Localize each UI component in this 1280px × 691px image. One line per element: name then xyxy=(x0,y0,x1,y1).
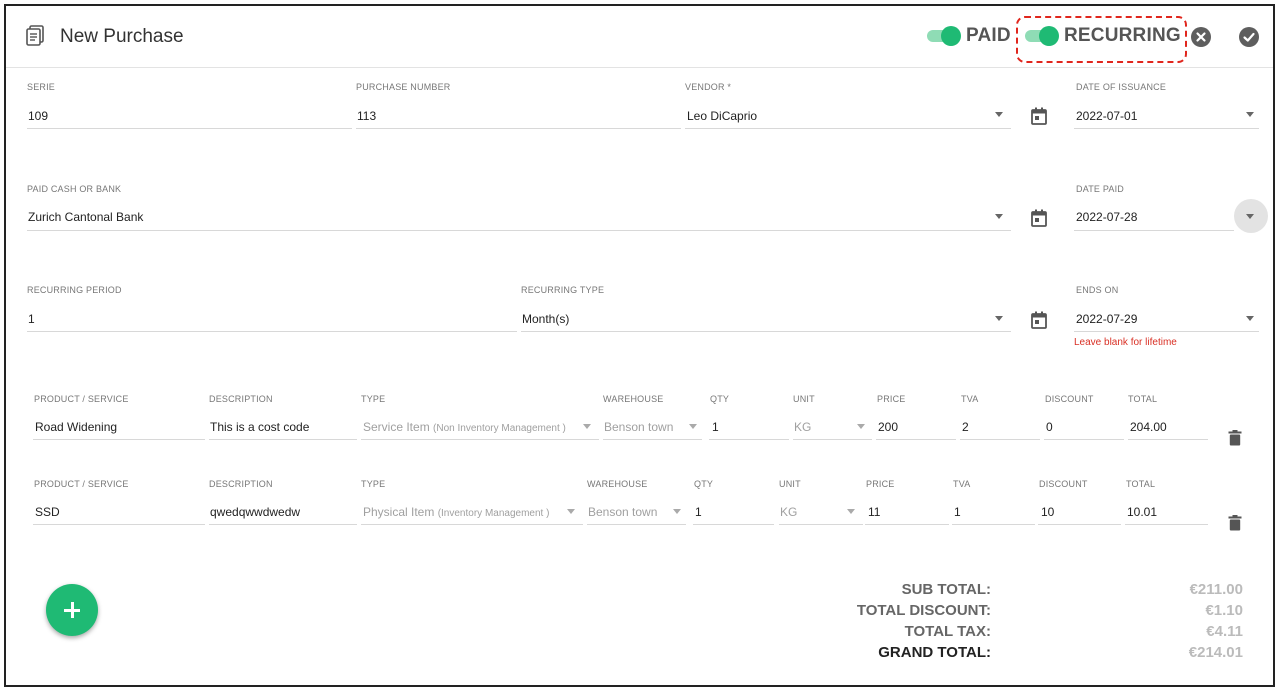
total-tax-label: TOTAL TAX: xyxy=(904,623,991,640)
col-discount-label: DISCOUNT xyxy=(1039,479,1088,489)
purchase-form-window: New Purchase PAID RECURRING SERIE 109 PU… xyxy=(4,4,1275,687)
total-value: 204.00 xyxy=(1130,420,1167,434)
col-description-label: DESCRIPTION xyxy=(209,394,273,404)
type-select[interactable]: Physical Item (Inventory Management ) xyxy=(363,505,549,519)
type-dropdown-icon[interactable] xyxy=(583,424,591,429)
total-discount-label: TOTAL DISCOUNT: xyxy=(856,602,991,619)
recurring-type-label: RECURRING TYPE xyxy=(521,285,605,295)
close-button[interactable] xyxy=(1191,27,1211,47)
col-price-label: PRICE xyxy=(866,479,895,489)
sub-total-label: SUB TOTAL: xyxy=(901,581,991,598)
paid-toggle[interactable] xyxy=(927,26,961,46)
col-price-label: PRICE xyxy=(877,394,906,404)
recurring-period-input[interactable]: 1 xyxy=(28,312,35,326)
recurring-toggle[interactable] xyxy=(1025,26,1059,46)
col-discount-label: DISCOUNT xyxy=(1045,394,1094,404)
price-input[interactable]: 11 xyxy=(868,505,880,519)
tva-input[interactable]: 1 xyxy=(954,505,961,519)
product-input[interactable]: Road Widening xyxy=(35,420,117,434)
description-input[interactable]: qwedqwwdwedw xyxy=(210,505,300,519)
col-tva-label: TVA xyxy=(961,394,979,404)
page-title: New Purchase xyxy=(60,26,184,47)
date-paid-input[interactable]: 2022-07-28 xyxy=(1076,210,1137,224)
paid-cash-or-bank-select[interactable]: Zurich Cantonal Bank xyxy=(28,210,143,224)
col-unit-label: UNIT xyxy=(793,394,815,404)
col-qty-label: QTY xyxy=(710,394,730,404)
total-discount-value: €1.10 xyxy=(1205,602,1243,619)
price-input[interactable]: 200 xyxy=(878,420,898,434)
add-item-button[interactable] xyxy=(46,584,98,636)
grand-total-value: €214.01 xyxy=(1188,644,1243,661)
recurring-period-label: RECURRING PERIOD xyxy=(27,285,122,295)
date-paid-dropdown-icon[interactable] xyxy=(1246,214,1254,219)
check-icon xyxy=(1243,32,1255,42)
warehouse-dropdown-icon[interactable] xyxy=(689,424,697,429)
col-tva-label: TVA xyxy=(953,479,971,489)
serie-label: SERIE xyxy=(27,82,56,92)
purchase-number-label: PURCHASE NUMBER xyxy=(356,82,451,92)
vendor-select[interactable]: Leo DiCaprio xyxy=(687,109,757,123)
recurring-type-dropdown-icon[interactable] xyxy=(995,316,1003,321)
tva-input[interactable]: 2 xyxy=(962,420,969,434)
recurring-type-select[interactable]: Month(s) xyxy=(522,312,569,326)
warehouse-select[interactable]: Benson town xyxy=(588,505,657,519)
total-value: 10.01 xyxy=(1127,505,1158,519)
warehouse-dropdown-icon[interactable] xyxy=(673,509,681,514)
unit-select[interactable]: KG xyxy=(780,505,797,519)
type-select[interactable]: Service Item (Non Inventory Management ) xyxy=(363,420,566,434)
description-input[interactable]: This is a cost code xyxy=(210,420,309,434)
col-total-label: TOTAL xyxy=(1126,479,1156,489)
qty-input[interactable]: 1 xyxy=(712,420,719,434)
grand-total-label: GRAND TOTAL: xyxy=(878,644,991,661)
col-type-label: TYPE xyxy=(361,479,386,489)
calendar-icon[interactable] xyxy=(1031,209,1047,227)
vendor-dropdown-icon[interactable] xyxy=(995,112,1003,117)
col-qty-label: QTY xyxy=(694,479,714,489)
paid-cash-or-bank-label: PAID CASH OR BANK xyxy=(27,184,122,194)
confirm-button[interactable] xyxy=(1239,27,1259,47)
col-warehouse-label: WAREHOUSE xyxy=(603,394,664,404)
warehouse-select[interactable]: Benson town xyxy=(604,420,673,434)
serie-input[interactable]: 109 xyxy=(28,109,48,123)
col-type-label: TYPE xyxy=(361,394,386,404)
qty-input[interactable]: 1 xyxy=(695,505,702,519)
ends-on-input[interactable]: 2022-07-29 xyxy=(1076,312,1137,326)
calendar-icon[interactable] xyxy=(1031,107,1047,125)
col-warehouse-label: WAREHOUSE xyxy=(587,479,648,489)
discount-input[interactable]: 0 xyxy=(1046,420,1053,434)
paid-toggle-label: PAID xyxy=(966,25,1011,46)
discount-input[interactable]: 10 xyxy=(1041,505,1054,519)
close-icon xyxy=(1196,32,1206,42)
ends-on-dropdown-icon[interactable] xyxy=(1246,316,1254,321)
trash-icon[interactable] xyxy=(1228,430,1242,446)
type-dropdown-icon[interactable] xyxy=(567,509,575,514)
col-product-label: PRODUCT / SERVICE xyxy=(34,394,129,404)
trash-icon[interactable] xyxy=(1228,515,1242,531)
date-paid-label: DATE PAID xyxy=(1076,184,1124,194)
ends-on-hint: Leave blank for lifetime xyxy=(1074,337,1177,348)
date-of-issuance-input[interactable]: 2022-07-01 xyxy=(1076,109,1137,123)
purchase-number-input[interactable]: 113 xyxy=(357,109,376,123)
col-total-label: TOTAL xyxy=(1128,394,1158,404)
total-tax-value: €4.11 xyxy=(1206,623,1243,640)
col-product-label: PRODUCT / SERVICE xyxy=(34,479,129,489)
unit-select[interactable]: KG xyxy=(794,420,811,434)
sub-total-value: €211.00 xyxy=(1189,581,1243,598)
col-unit-label: UNIT xyxy=(779,479,801,489)
col-description-label: DESCRIPTION xyxy=(209,479,273,489)
header-bar: New Purchase PAID RECURRING xyxy=(6,6,1273,68)
vendor-label: VENDOR * xyxy=(685,82,732,92)
product-input[interactable]: SSD xyxy=(35,505,60,519)
unit-dropdown-icon[interactable] xyxy=(857,424,865,429)
recurring-toggle-label: RECURRING xyxy=(1064,25,1181,46)
ends-on-label: ENDS ON xyxy=(1076,285,1119,295)
date-of-issuance-dropdown-icon[interactable] xyxy=(1246,112,1254,117)
unit-dropdown-icon[interactable] xyxy=(847,509,855,514)
date-of-issuance-label: DATE OF ISSUANCE xyxy=(1076,82,1167,92)
paid-cash-or-bank-dropdown-icon[interactable] xyxy=(995,214,1003,219)
calendar-icon[interactable] xyxy=(1031,311,1047,329)
document-icon xyxy=(26,25,44,46)
